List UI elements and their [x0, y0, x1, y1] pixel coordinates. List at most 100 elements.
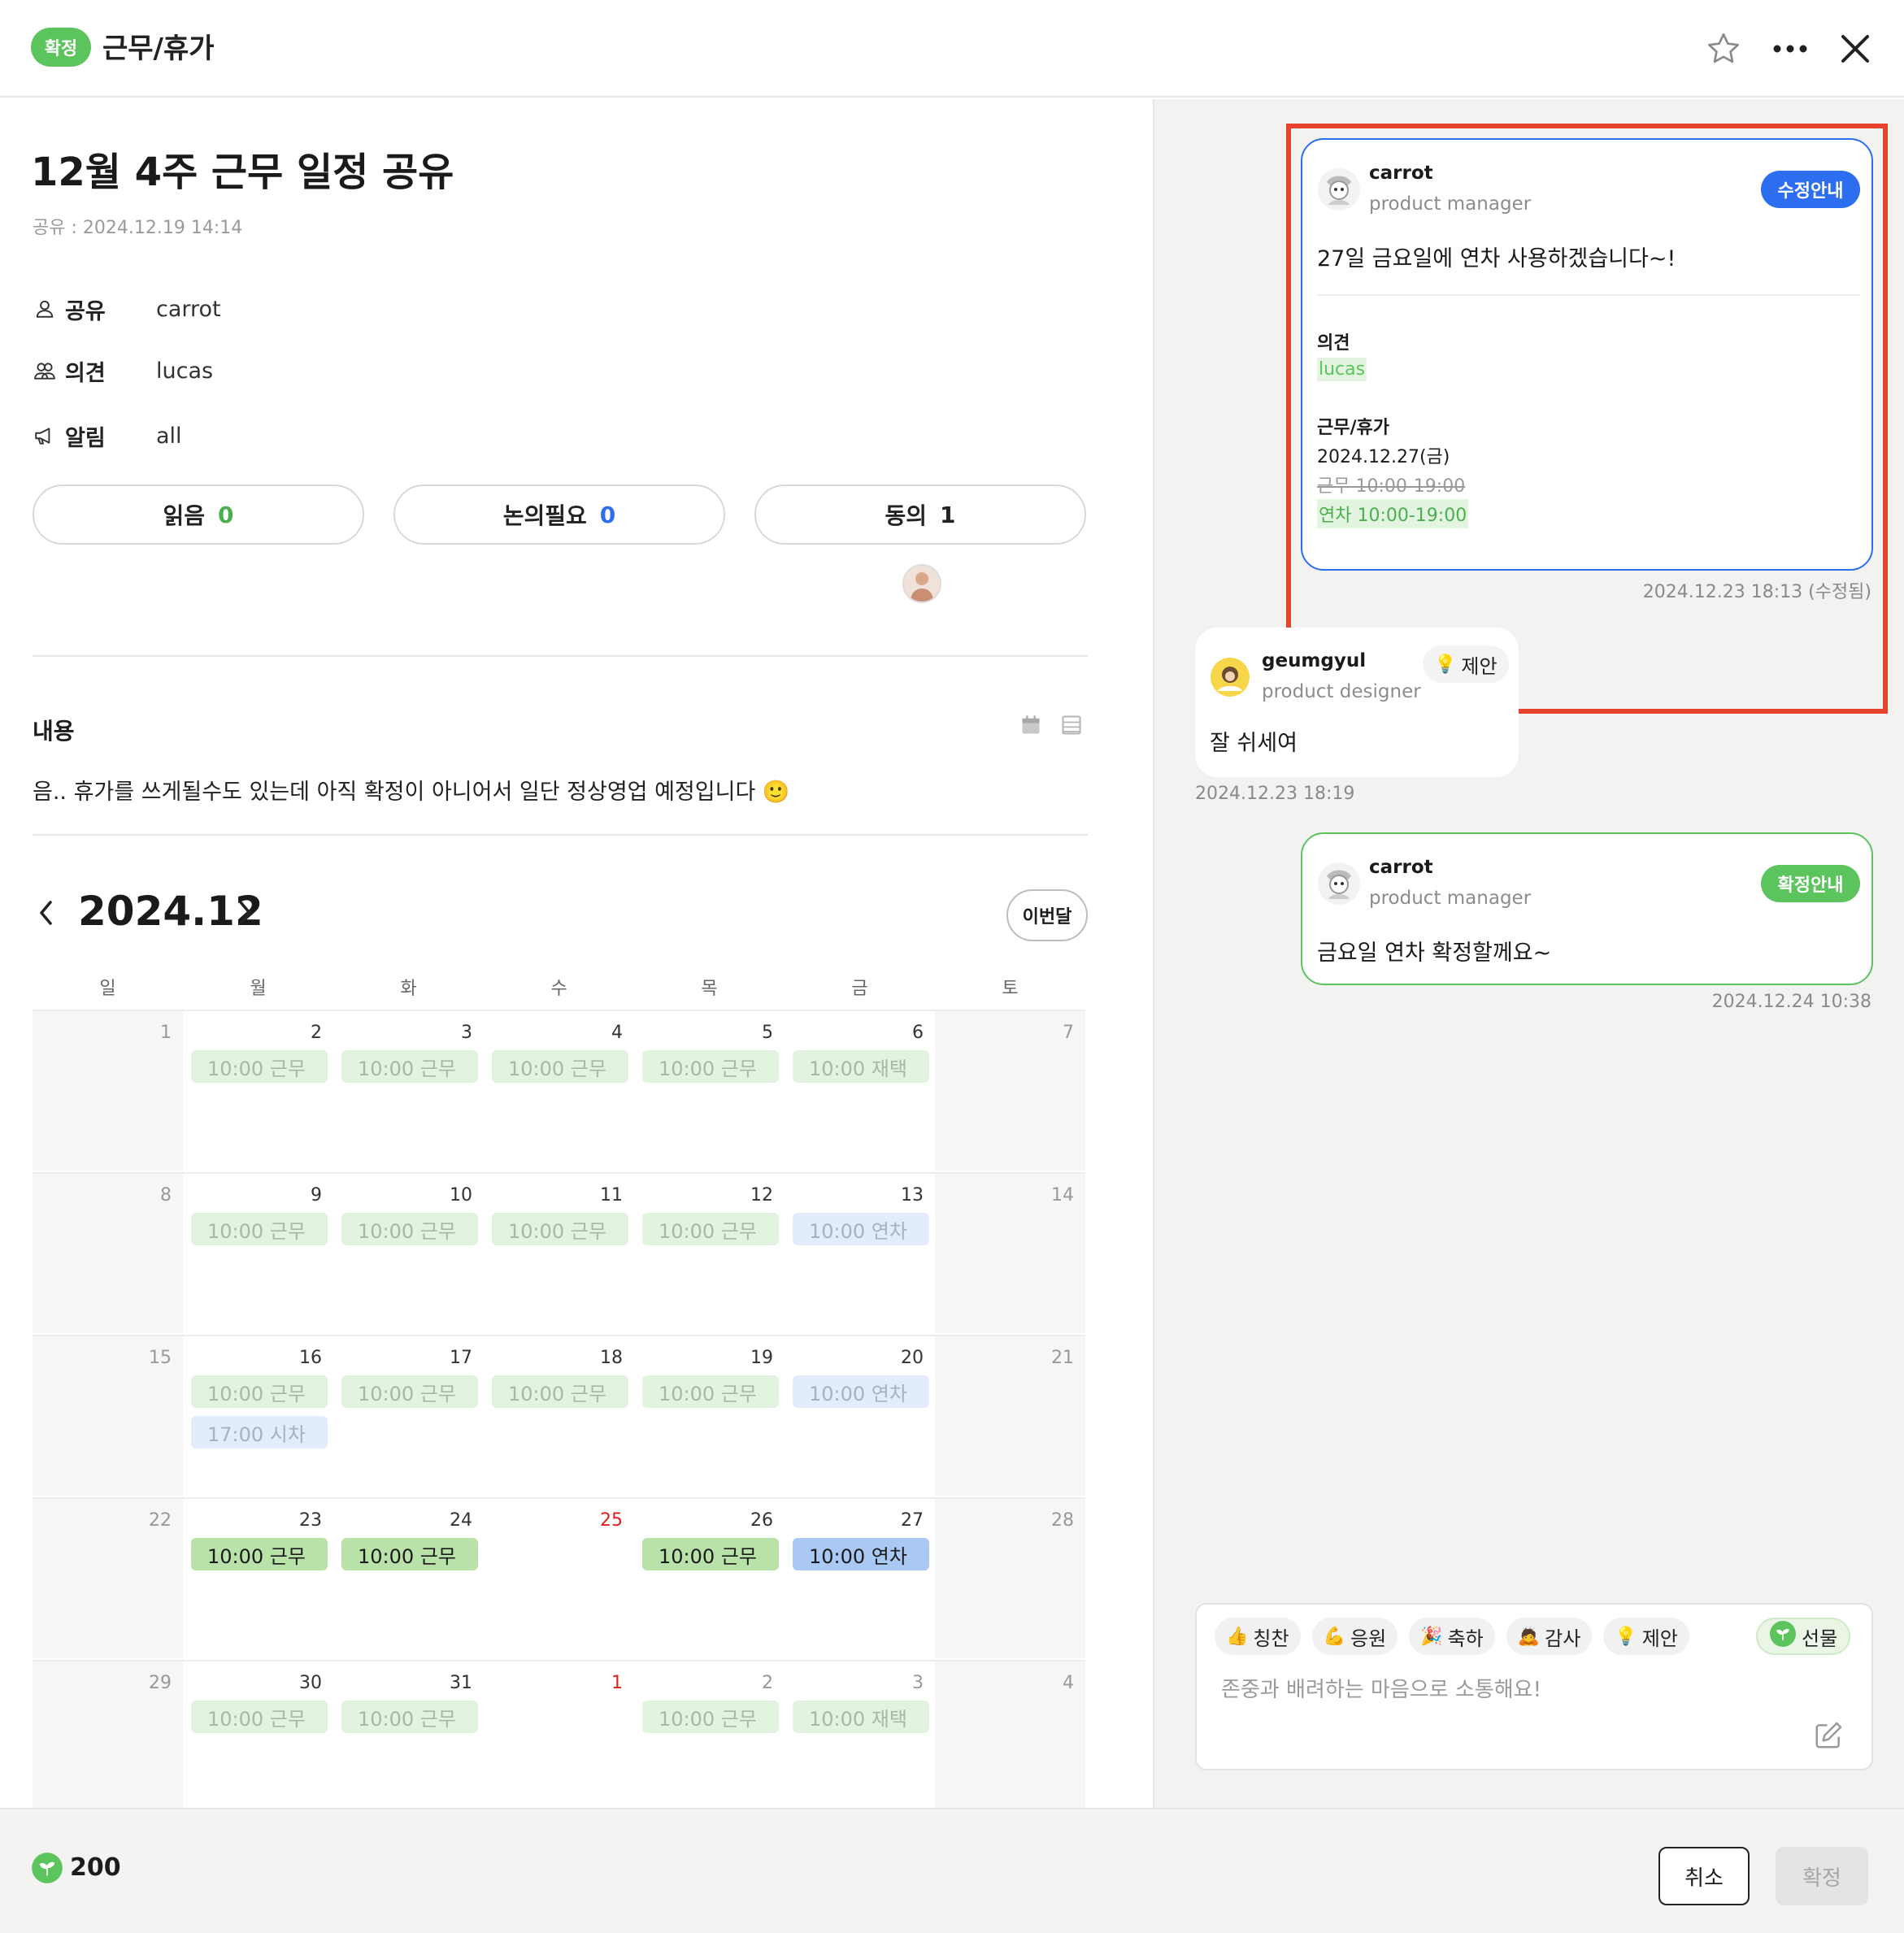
calendar-day-cell[interactable]: 15 [33, 1335, 183, 1496]
weekday-label: 화 [400, 979, 417, 999]
edit-icon[interactable] [1813, 1720, 1845, 1753]
calendar-event[interactable]: 10:00 근무 [492, 1213, 628, 1245]
calendar-event[interactable]: 10:00 근무 [341, 1213, 478, 1245]
calendar-event[interactable]: 10:00 근무 [191, 1375, 328, 1408]
calendar-day-cell[interactable]: 22 [33, 1497, 183, 1658]
calendar-event[interactable]: 10:00 근무 [191, 1701, 328, 1733]
calendar-day-cell[interactable]: 6 10:00 재택 [785, 1010, 935, 1171]
weekday-label: 수 [550, 979, 567, 999]
calendar-day-cell[interactable]: 16 10:00 근무 17:00 시차 [183, 1335, 333, 1496]
meta-opinion-value: lucas [156, 358, 214, 384]
calendar-day-cell[interactable]: 4 10:00 근무 [484, 1010, 634, 1171]
calendar-day-cell[interactable]: 3 10:00 근무 [333, 1010, 484, 1171]
calendar-day-cell[interactable]: 11 10:00 근무 [484, 1172, 634, 1333]
calendar-event[interactable]: 10:00 연차 [793, 1538, 929, 1570]
calendar-day-cell[interactable]: 10 10:00 근무 [333, 1172, 484, 1333]
calendar-event[interactable]: 10:00 근무 [341, 1701, 478, 1733]
divider [1317, 294, 1860, 296]
calendar-day-cell[interactable]: 23 10:00 근무 [183, 1497, 333, 1658]
this-month-button[interactable]: 이번달 [1006, 889, 1088, 941]
gift-button[interactable]: 선물 [1756, 1618, 1851, 1655]
calendar-day-cell[interactable]: 18 10:00 근무 [484, 1335, 634, 1496]
avatar[interactable] [902, 564, 941, 603]
cancel-button[interactable]: 취소 [1658, 1847, 1750, 1905]
calendar-event[interactable]: 10:00 근무 [642, 1538, 779, 1570]
comment-card[interactable]: carrot product manager 수정안내 27일 금요일에 연차 … [1301, 138, 1873, 571]
read-button[interactable]: 읽음 0 [33, 484, 364, 545]
calendar-event[interactable]: 10:00 연차 [793, 1375, 929, 1408]
calendar-day-cell[interactable]: 13 10:00 연차 [785, 1172, 935, 1333]
calendar-day-cell[interactable]: 4 [935, 1660, 1085, 1808]
calendar-day-cell[interactable]: 7 [935, 1010, 1085, 1171]
calendar-event[interactable]: 17:00 시차 [191, 1416, 328, 1449]
calendar-event[interactable]: 10:00 재택 [793, 1701, 929, 1733]
confirm-button[interactable]: 확정 [1776, 1847, 1868, 1905]
discussion-needed-button[interactable]: 논의필요 0 [393, 484, 725, 545]
reaction-chip-1[interactable]: 💪 응원 [1311, 1618, 1398, 1655]
calendar-day-cell[interactable]: 9 10:00 근무 [183, 1172, 333, 1333]
calendar-day-cell[interactable]: 29 [33, 1660, 183, 1808]
comment-card[interactable]: geumgyul product designer 💡 제안 잘 쉬세여 [1195, 628, 1519, 777]
next-month-icon[interactable] [236, 893, 265, 933]
calendar-event[interactable]: 10:00 재택 [793, 1050, 929, 1083]
prev-month-icon[interactable] [37, 893, 67, 933]
calendar-day-cell[interactable]: 21 [935, 1335, 1085, 1496]
calendar-day-cell[interactable]: 8 [33, 1172, 183, 1333]
calendar-day-cell[interactable]: 25 [484, 1497, 634, 1658]
calendar-day-cell[interactable]: 1 [484, 1660, 634, 1808]
reaction-chip-0[interactable]: 👍 칭찬 [1215, 1618, 1301, 1655]
calendar-day-cell[interactable]: 17 10:00 근무 [333, 1335, 484, 1496]
calendar-event[interactable]: 10:00 근무 [642, 1375, 779, 1408]
calendar-day-cell[interactable]: 12 10:00 근무 [634, 1172, 785, 1333]
calendar-event[interactable]: 10:00 근무 [492, 1375, 628, 1408]
day-number: 6 [912, 1023, 924, 1043]
reaction-icon: 👍 [1226, 1626, 1249, 1647]
calendar-day-cell[interactable]: 31 10:00 근무 [333, 1660, 484, 1808]
calendar-event[interactable]: 10:00 근무 [642, 1701, 779, 1733]
calendar-day-cell[interactable]: 1 [33, 1010, 183, 1171]
calendar-day-cell[interactable]: 2 10:00 근무 [183, 1010, 333, 1171]
calendar-day-cell[interactable]: 2 10:00 근무 [634, 1660, 785, 1808]
meta-share-label: 공유 [65, 298, 106, 324]
agree-button[interactable]: 동의 1 [754, 484, 1086, 545]
list-view-icon[interactable] [1060, 714, 1085, 738]
more-options-icon[interactable] [1766, 24, 1815, 73]
calendar-event[interactable]: 10:00 근무 [492, 1050, 628, 1083]
calendar-event[interactable]: 10:00 근무 [341, 1050, 478, 1083]
calendar-day-cell[interactable]: 3 10:00 재택 [785, 1660, 935, 1808]
calendar-day-cell[interactable]: 26 10:00 근무 [634, 1497, 785, 1658]
calendar-event[interactable]: 10:00 근무 [191, 1050, 328, 1083]
day-number: 13 [901, 1185, 924, 1205]
calendar-day-cell[interactable]: 14 [935, 1172, 1085, 1333]
page-title: 근무/휴가 [102, 33, 215, 65]
day-number: 8 [160, 1185, 172, 1205]
calendar-event[interactable]: 10:00 근무 [642, 1050, 779, 1083]
calendar-day-cell[interactable]: 5 10:00 근무 [634, 1010, 785, 1171]
calendar-event[interactable]: 10:00 근무 [642, 1213, 779, 1245]
calendar-view-icon[interactable] [1019, 714, 1044, 738]
calendar-day-cell[interactable]: 28 [935, 1497, 1085, 1658]
star-icon[interactable] [1699, 24, 1748, 73]
meta-notify-label: 알림 [65, 425, 106, 451]
close-icon[interactable] [1831, 24, 1880, 73]
day-number: 22 [149, 1510, 172, 1531]
calendar-event[interactable]: 10:00 근무 [341, 1375, 478, 1408]
commenter-name: carrot [1369, 857, 1433, 878]
day-number: 14 [1051, 1185, 1074, 1205]
calendar-event[interactable]: 10:00 근무 [191, 1213, 328, 1245]
calendar-event[interactable]: 10:00 연차 [793, 1213, 929, 1245]
points-value: 200 [70, 1853, 121, 1882]
calendar-day-cell[interactable]: 27 10:00 연차 [785, 1497, 935, 1658]
calendar-event[interactable]: 10:00 근무 [191, 1538, 328, 1570]
megaphone-icon [33, 424, 57, 448]
calendar-day-cell[interactable]: 19 10:00 근무 [634, 1335, 785, 1496]
calendar-day-cell[interactable]: 30 10:00 근무 [183, 1660, 333, 1808]
calendar-day-cell[interactable]: 20 10:00 연차 [785, 1335, 935, 1496]
reaction-chip-2[interactable]: 🎉 축하 [1409, 1618, 1495, 1655]
reaction-chip-4[interactable]: 💡 제안 [1603, 1618, 1689, 1655]
comment-input[interactable]: 존중과 배려하는 마음으로 소통해요! [1221, 1673, 1541, 1703]
comment-card[interactable]: carrot product manager 확정안내 금요일 연차 확정할께요… [1301, 832, 1873, 985]
reaction-chip-3[interactable]: 🙇 감사 [1506, 1618, 1593, 1655]
calendar-event[interactable]: 10:00 근무 [341, 1538, 478, 1570]
calendar-day-cell[interactable]: 24 10:00 근무 [333, 1497, 484, 1658]
